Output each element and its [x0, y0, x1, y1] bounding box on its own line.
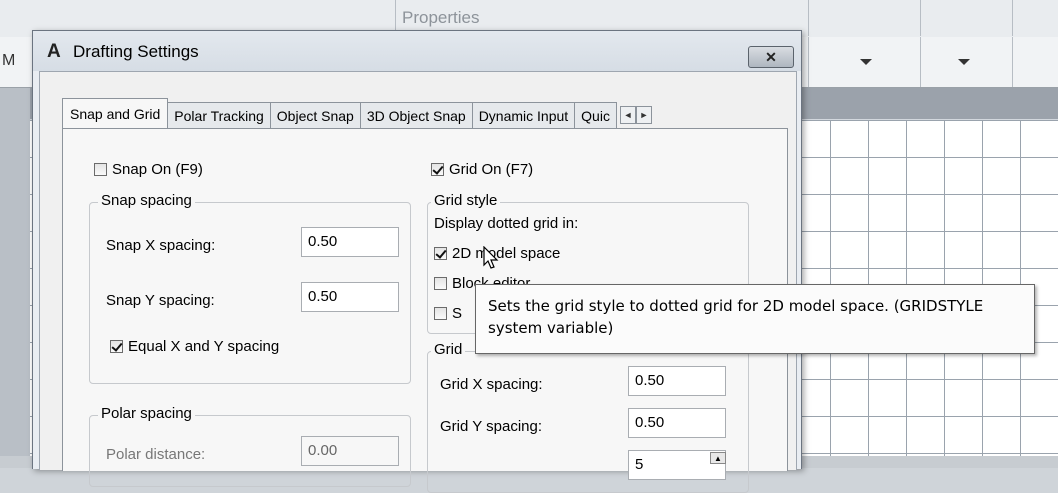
- grid-y-spacing-input[interactable]: 0.50: [628, 408, 726, 438]
- left-edge-panel: [0, 88, 30, 468]
- snap-on-check-icon: [94, 163, 107, 176]
- dialog-title: Drafting Settings: [73, 42, 199, 61]
- grid-style-subtitle: Display dotted grid in:: [434, 215, 579, 232]
- model-space-label: 2D model space: [452, 245, 561, 262]
- tab-dynamic-input[interactable]: Dynamic Input: [471, 102, 576, 129]
- snap-on-checkbox[interactable]: Snap On (F9): [94, 161, 203, 178]
- sheet-layout-checkbox[interactable]: S: [434, 305, 462, 322]
- ribbon-divider: [1012, 0, 1013, 36]
- polar-distance-input: 0.00: [301, 436, 399, 466]
- tab-object-snap[interactable]: Object Snap: [269, 102, 361, 129]
- drafting-settings-dialog: A Drafting Settings ✕ Snap and Grid Pola…: [32, 30, 802, 493]
- grid-x-spacing-input[interactable]: 0.50: [628, 366, 726, 396]
- tab-scroll-buttons: ◄ ►: [619, 106, 652, 128]
- sheet-layout-check-icon: [434, 307, 447, 320]
- polar-distance-label: Polar distance:: [106, 446, 206, 463]
- block-editor-check-icon: [434, 277, 447, 290]
- snap-y-spacing-input[interactable]: 0.50: [301, 282, 399, 312]
- ribbon-divider: [808, 37, 809, 87]
- scroll-right-icon[interactable]: ►: [635, 106, 652, 124]
- close-button[interactable]: ✕: [748, 46, 794, 68]
- model-space-check-icon: [434, 247, 447, 260]
- spin-up-icon[interactable]: ▲: [710, 452, 726, 464]
- linetype-dropdown-arrow-icon[interactable]: [860, 59, 872, 65]
- snap-on-label: Snap On (F9): [112, 161, 203, 178]
- equal-xy-spacing-checkbox[interactable]: Equal X and Y spacing: [110, 338, 279, 355]
- dialog-titlebar[interactable]: A Drafting Settings ✕: [33, 31, 801, 71]
- tab-snap-and-grid[interactable]: Snap and Grid: [62, 98, 169, 129]
- ribbon-divider: [920, 37, 921, 87]
- snap-x-spacing-input[interactable]: 0.50: [301, 227, 399, 257]
- tab-polar-tracking[interactable]: Polar Tracking: [167, 102, 271, 129]
- dialog-client-area: Snap and Grid Polar Tracking Object Snap…: [39, 71, 797, 493]
- sheet-layout-label: S: [452, 305, 463, 322]
- grid-style-group-label: Grid style: [431, 192, 501, 209]
- grid-on-check-icon: [431, 163, 444, 176]
- ribbon-divider: [920, 0, 921, 36]
- ribbon-divider: [808, 0, 809, 36]
- tab-quick-properties[interactable]: Quic: [574, 102, 617, 129]
- polar-spacing-group: Polar spacing Polar distance: 0.00: [89, 405, 411, 487]
- mouse-pointer-icon: [483, 246, 499, 269]
- snap-spacing-group: Snap spacing Snap X spacing: 0.50 Snap Y…: [89, 192, 411, 384]
- snap-x-label: Snap X spacing:: [106, 237, 216, 254]
- tooltip-line-2: system variable): [488, 319, 614, 337]
- scroll-left-icon[interactable]: ◄: [619, 106, 636, 124]
- snap-y-label: Snap Y spacing:: [106, 292, 215, 309]
- grid-style-tooltip: Sets the grid style to dotted grid for 2…: [475, 284, 1035, 354]
- properties-panel-label: Properties: [402, 8, 480, 27]
- snap-spacing-group-label: Snap spacing: [98, 192, 195, 209]
- tooltip-line-1: Sets the grid style to dotted grid for 2…: [488, 297, 984, 315]
- tab-3d-object-snap[interactable]: 3D Object Snap: [359, 102, 473, 129]
- grid-on-checkbox[interactable]: Grid On (F7): [431, 161, 533, 178]
- equal-xy-label: Equal X and Y spacing: [128, 338, 280, 355]
- ribbon-divider: [1012, 37, 1013, 87]
- partial-menu-label: M: [2, 52, 16, 69]
- lineweight-dropdown-arrow-icon[interactable]: [958, 59, 970, 65]
- tab-strip: Snap and Grid Polar Tracking Object Snap…: [62, 98, 652, 129]
- grid-on-label: Grid On (F7): [449, 161, 534, 178]
- grid-spacing-group-label: Grid: [431, 341, 466, 358]
- polar-spacing-group-label: Polar spacing: [98, 405, 195, 422]
- autocad-logo-icon: A: [47, 41, 61, 62]
- grid-x-label: Grid X spacing:: [440, 376, 543, 393]
- equal-xy-check-icon: [110, 340, 123, 353]
- close-icon: ✕: [765, 48, 777, 65]
- grid-spacing-group: Grid Grid X spacing: 0.50 Grid Y spacing…: [427, 341, 749, 493]
- grid-y-label: Grid Y spacing:: [440, 418, 543, 435]
